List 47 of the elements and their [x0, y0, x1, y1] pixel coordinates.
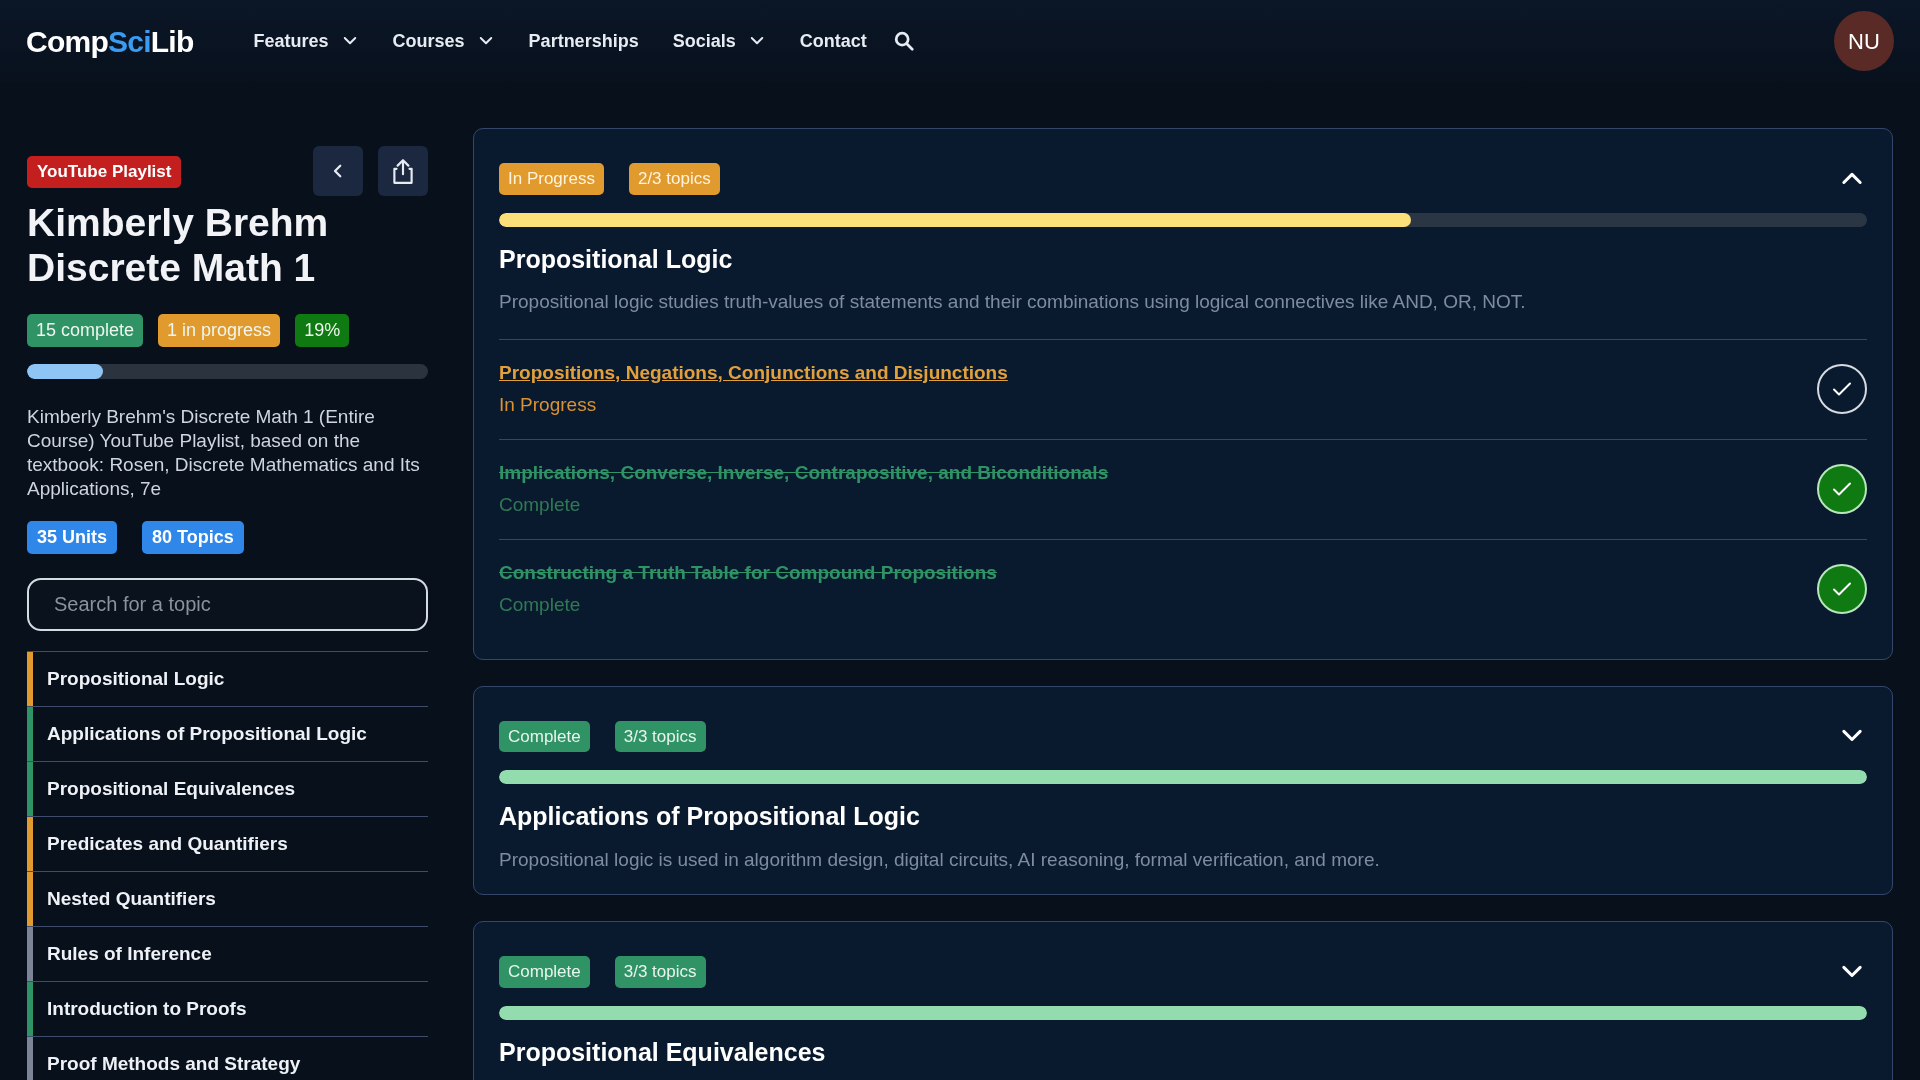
- unit-list-item[interactable]: Nested Quantifiers: [33, 872, 428, 926]
- unit-list-item[interactable]: Propositional Logic: [33, 652, 428, 706]
- playlist-badge: YouTube Playlist: [27, 156, 182, 188]
- unit-description: Propositional logic is used in algorithm design, digital circuits, AI reasoning, formal verification, and more.: [499, 847, 1381, 872]
- status-badge: Complete: [499, 956, 590, 988]
- count-badge: 35 Units: [27, 521, 118, 554]
- topic-count-badge: 3/3 topics: [614, 720, 706, 752]
- share-button[interactable]: [378, 146, 428, 196]
- topic-link[interactable]: Implications, Converse, Inverse, Contrapositive, and Biconditionals: [499, 458, 1109, 487]
- unit-list-item[interactable]: Rules of Inference: [33, 927, 428, 981]
- topic-status: In Progress: [499, 393, 597, 417]
- nav-link[interactable]: Features: [253, 27, 359, 55]
- nav-link[interactable]: Partnerships: [528, 27, 639, 55]
- unit-title: Propositional Equivalences: [499, 1036, 827, 1068]
- search-field[interactable]: Search for a topic: [27, 578, 428, 631]
- topic-count-badge: 2/3 topics: [628, 163, 720, 195]
- unit-list-item[interactable]: Predicates and Quantifiers: [33, 817, 428, 871]
- status-badge: Complete: [499, 720, 590, 752]
- search-icon[interactable]: [892, 30, 915, 52]
- topic-link[interactable]: Constructing a Truth Table for Compound Propositions: [499, 558, 997, 587]
- unit-list-item[interactable]: Propositional Equivalences: [33, 762, 428, 816]
- unit-description: Propositional logic studies truth-values of statements and their combinations using logical connectives like AND, OR, NOT.: [499, 290, 1527, 314]
- complete-toggle[interactable]: [1817, 464, 1867, 514]
- playlist-title: Kimberly Brehm Discrete Math 1: [27, 200, 330, 290]
- status-badge: In Progress: [499, 163, 604, 195]
- unit-title: Applications of Propositional Logic: [499, 801, 921, 832]
- count-badge: 80 Topics: [142, 521, 244, 554]
- topic-count-badge: 3/3 topics: [614, 956, 706, 988]
- user-avatar[interactable]: NU: [1834, 11, 1894, 71]
- status-badge: 15 complete: [27, 314, 144, 347]
- unit-list-item[interactable]: Proof Methods and Strategy: [33, 1037, 428, 1080]
- complete-toggle[interactable]: [1817, 564, 1867, 614]
- unit-title: Propositional Logic: [499, 243, 734, 275]
- topic-link[interactable]: Propositions, Negations, Conjunctions and Disjunctions: [499, 358, 1008, 387]
- logo[interactable]: CompSciLib: [26, 18, 194, 64]
- topic-status: Complete: [499, 493, 581, 517]
- share-icon: [390, 157, 416, 185]
- unit-list-item[interactable]: Applications of Propositional Logic: [33, 707, 428, 761]
- topic-status: Complete: [499, 593, 581, 617]
- unit-list-item[interactable]: Introduction to Proofs: [33, 982, 428, 1036]
- playlist-description: Kimberly Brehm's Discrete Math 1 (Entire Course) YouTube Playlist, based on the textbook: Rosen, Discrete Mathematics and Its Applications, 7e: [27, 405, 421, 501]
- nav-link[interactable]: Socials: [672, 27, 766, 55]
- complete-toggle[interactable]: [1817, 364, 1867, 414]
- nav-link[interactable]: Contact: [799, 27, 867, 55]
- nav-link[interactable]: Courses: [392, 27, 495, 55]
- status-badge: 1 in progress: [158, 314, 281, 347]
- status-badge: 19%: [295, 314, 350, 347]
